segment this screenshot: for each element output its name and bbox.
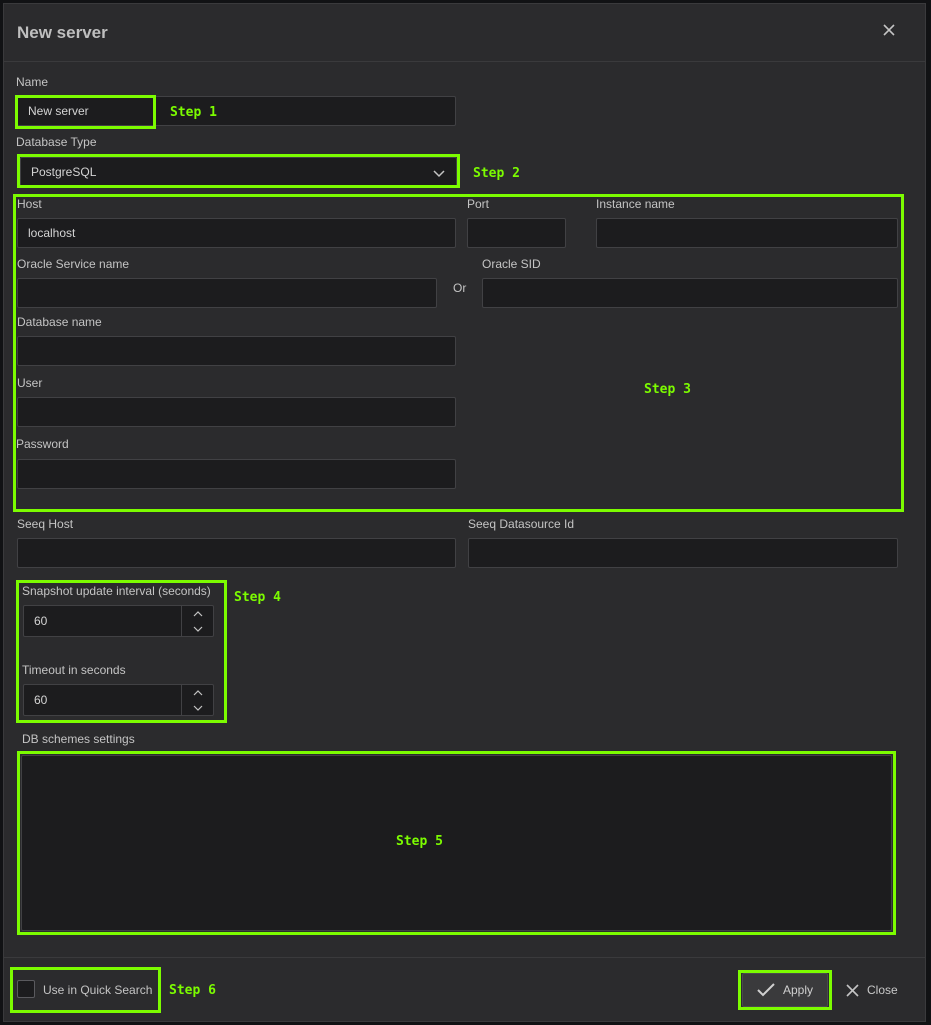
dialog-header: New server — [4, 4, 925, 62]
quick-search-checkbox[interactable] — [17, 980, 35, 998]
decrement-button[interactable] — [182, 700, 213, 715]
db-schemes-editor[interactable] — [21, 755, 892, 931]
password-input[interactable] — [17, 459, 456, 489]
port-label: Port — [467, 197, 490, 211]
seeq-host-input[interactable] — [17, 538, 456, 568]
host-input[interactable] — [17, 218, 456, 248]
database-type-select[interactable]: PostgreSQL — [20, 157, 457, 187]
decrement-button[interactable] — [182, 621, 213, 636]
close-icon — [846, 983, 859, 997]
step2-label: Step 2 — [473, 166, 520, 181]
chevron-down-icon — [193, 626, 202, 632]
oracle-sid-input[interactable] — [482, 278, 898, 308]
timeout-input[interactable] — [24, 685, 182, 715]
host-label: Host — [17, 197, 42, 211]
snapshot-interval-stepper[interactable] — [23, 605, 214, 637]
database-type-value: PostgreSQL — [31, 165, 97, 179]
oracle-sid-label: Oracle SID — [482, 257, 541, 271]
port-input[interactable] — [467, 218, 566, 248]
name-label: Name — [16, 75, 49, 89]
or-label: Or — [453, 281, 467, 295]
stepper-arrows — [181, 685, 213, 715]
apply-label: Apply — [783, 983, 814, 997]
close-button[interactable]: Close — [846, 980, 898, 1000]
oracle-service-name-label: Oracle Service name — [17, 257, 130, 271]
snapshot-interval-label: Snapshot update interval (seconds) — [22, 584, 211, 598]
step3-label: Step 3 — [644, 382, 691, 397]
chevron-up-icon — [193, 689, 202, 695]
instance-name-label: Instance name — [596, 197, 675, 211]
password-label: Password — [16, 437, 69, 451]
quick-search-label: Use in Quick Search — [43, 983, 153, 997]
chevron-down-icon — [433, 170, 445, 178]
database-name-input[interactable] — [17, 336, 456, 366]
chevron-up-icon — [193, 610, 202, 616]
user-label: User — [17, 376, 43, 390]
step1-label: Step 1 — [170, 105, 217, 120]
user-input[interactable] — [17, 397, 456, 427]
step6-label: Step 6 — [169, 983, 216, 998]
timeout-label: Timeout in seconds — [22, 663, 126, 677]
instance-name-input[interactable] — [596, 218, 898, 248]
increment-button[interactable] — [182, 685, 213, 700]
checkmark-icon — [757, 983, 775, 997]
step5-label: Step 5 — [396, 834, 443, 849]
seeq-host-label: Seeq Host — [17, 517, 74, 531]
increment-button[interactable] — [182, 606, 213, 621]
chevron-down-icon — [193, 705, 202, 711]
db-schemes-label: DB schemes settings — [22, 732, 135, 746]
seeq-datasource-id-input[interactable] — [468, 538, 898, 568]
step4-label: Step 4 — [234, 590, 281, 605]
seeq-datasource-id-label: Seeq Datasource Id — [468, 517, 575, 531]
oracle-service-name-input[interactable] — [17, 278, 437, 308]
close-icon[interactable] — [881, 22, 897, 38]
name-input[interactable] — [17, 96, 456, 126]
database-name-label: Database name — [17, 315, 102, 329]
database-type-label: Database Type — [16, 135, 97, 149]
dialog-title: New server — [17, 23, 108, 42]
close-label: Close — [867, 983, 898, 997]
snapshot-interval-input[interactable] — [24, 606, 182, 636]
apply-button[interactable]: Apply — [742, 973, 828, 1007]
stepper-arrows — [181, 606, 213, 636]
timeout-stepper[interactable] — [23, 684, 214, 716]
